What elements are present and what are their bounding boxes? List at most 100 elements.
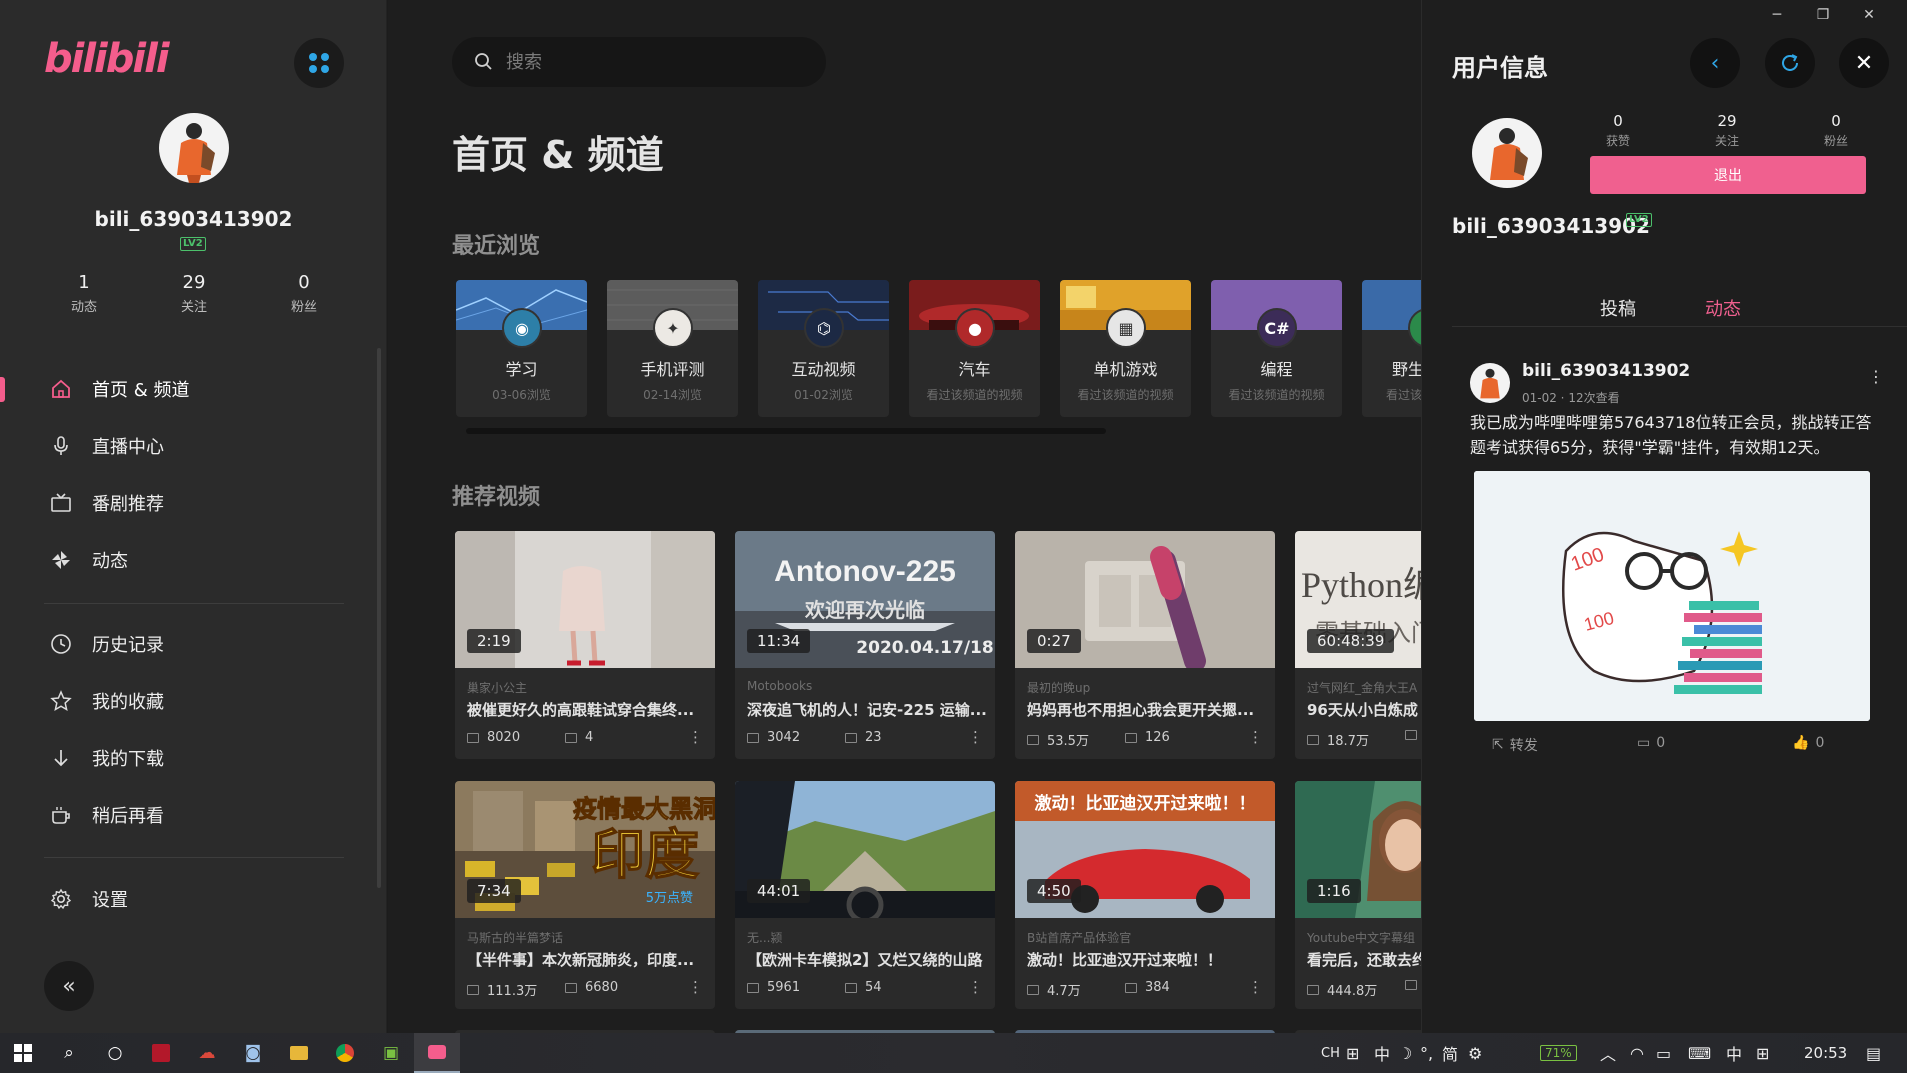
avatar[interactable]	[1470, 363, 1510, 403]
taskbar-app[interactable]: ▣	[368, 1033, 414, 1073]
more-options-icon[interactable]: ⋮	[1868, 367, 1884, 386]
notification-icon[interactable]: ▤	[1866, 1033, 1881, 1073]
ime-simplified[interactable]: 简	[1442, 1033, 1458, 1073]
like-button[interactable]: 👍 0	[1792, 735, 1824, 751]
sidebar-item-favorites[interactable]: 我的收藏	[0, 676, 387, 726]
avatar[interactable]	[159, 113, 229, 183]
cortana-button[interactable]: ○	[92, 1033, 138, 1073]
post-image[interactable]: 100 100	[1474, 471, 1870, 721]
taskbar-app[interactable]	[138, 1033, 184, 1073]
video-uploader[interactable]: Youtube中文字幕组	[1307, 929, 1415, 946]
forward-button[interactable]: ⇱ 转发	[1492, 735, 1538, 755]
search-box[interactable]	[452, 37, 826, 87]
ime-grid-icon[interactable]: ⊞	[1346, 1033, 1359, 1073]
battery-indicator[interactable]: 71%	[1540, 1033, 1577, 1073]
stat-following[interactable]: 29 关注	[154, 272, 234, 315]
refresh-button[interactable]	[1765, 38, 1815, 88]
apps-grid-button[interactable]	[294, 38, 344, 88]
comment-button[interactable]: ▭ 0	[1637, 735, 1665, 751]
more-options-icon[interactable]: ⋮	[688, 978, 703, 996]
more-options-icon[interactable]: ⋮	[968, 728, 983, 746]
stat-likes[interactable]: 0 获赞	[1583, 112, 1653, 149]
chevron-up-icon[interactable]: ︿	[1600, 1033, 1616, 1073]
start-button[interactable]	[0, 1033, 46, 1073]
battery-icon[interactable]: ▭	[1656, 1033, 1671, 1073]
search-input[interactable]	[506, 37, 806, 87]
video-title[interactable]: 96天从小白炼成	[1307, 699, 1421, 720]
punctuation-icon[interactable]: °,	[1420, 1033, 1433, 1073]
channel-card[interactable]: ● 汽车 看过该频道的视频	[909, 280, 1040, 417]
more-options-icon[interactable]: ⋮	[688, 728, 703, 746]
stat-fans[interactable]: 0 粉丝	[1801, 112, 1871, 149]
close-panel-button[interactable]: ✕	[1839, 38, 1889, 88]
ime-mode[interactable]: 中	[1726, 1033, 1742, 1073]
avatar[interactable]	[1472, 118, 1542, 188]
ime-grid-icon[interactable]: ⊞	[1756, 1033, 1769, 1073]
stat-following[interactable]: 29 关注	[1692, 112, 1762, 149]
channels-scrollbar[interactable]	[466, 428, 1106, 434]
channel-card[interactable]: C# 编程 看过该频道的视频	[1211, 280, 1342, 417]
video-uploader[interactable]: 无...颍	[747, 929, 782, 946]
video-card[interactable]: 0:27 最初的晚up 妈妈再也不用担心我会更开关摁... 53.5万 126 …	[1015, 531, 1275, 759]
video-title[interactable]: 妈妈再也不用担心我会更开关摁...	[1027, 699, 1267, 720]
video-title[interactable]: 看完后，还敢去约	[1307, 949, 1421, 970]
window-close-button[interactable]: ✕	[1846, 0, 1892, 30]
back-button[interactable]: ‹	[1690, 38, 1740, 88]
video-card[interactable]: 1:16 Youtube中文字幕组 看完后，还敢去约 444.8万	[1295, 781, 1421, 1009]
stat-dynamics[interactable]: 1 动态	[44, 272, 124, 315]
gear-icon[interactable]: ⚙	[1468, 1033, 1482, 1073]
taskbar-app[interactable]	[322, 1033, 368, 1073]
tab-dynamics[interactable]: 动态	[1705, 295, 1741, 321]
more-options-icon[interactable]: ⋮	[1248, 728, 1263, 746]
sidebar-item-watch-later[interactable]: 稍后再看	[0, 790, 387, 840]
channel-card[interactable]: ❦ 野生技 看过该	[1362, 280, 1421, 417]
logout-button[interactable]: 退出	[1590, 156, 1866, 194]
more-options-icon[interactable]: ⋮	[968, 978, 983, 996]
sidebar-item-dynamic[interactable]: 动态	[0, 535, 387, 585]
video-card[interactable]: 44:01 无...颍 【欧洲卡车模拟2】又烂又绕的山路 5961 54 ⋮	[735, 781, 995, 1009]
video-uploader[interactable]: 马斯古的半篇梦话	[467, 929, 563, 946]
taskbar-app-bilibili[interactable]	[414, 1033, 460, 1073]
restore-button[interactable]: ❐	[1800, 0, 1846, 30]
video-uploader[interactable]: 巢家小公主	[467, 679, 527, 696]
taskbar-app[interactable]	[276, 1033, 322, 1073]
video-title[interactable]: 【半件事】本次新冠肺炎，印度...	[467, 949, 707, 970]
video-card[interactable]: Python编 零基础入门 60:48:39 过气网红_金角大王A 96天从小白…	[1295, 531, 1421, 759]
channel-card[interactable]: ◉ 学习 03-06浏览	[456, 280, 587, 417]
sidebar-item-history[interactable]: 历史记录	[0, 619, 387, 669]
sidebar-item-home[interactable]: 首页 & 频道	[0, 364, 387, 414]
video-uploader[interactable]: Motobooks	[747, 679, 812, 693]
video-title[interactable]: 被催更好久的高跟鞋试穿合集终...	[467, 699, 707, 720]
keyboard-icon[interactable]: ⌨	[1688, 1033, 1711, 1073]
taskbar-app[interactable]: ☁	[184, 1033, 230, 1073]
post-author[interactable]: bili_63903413902	[1522, 361, 1690, 381]
video-title[interactable]: 【欧洲卡车模拟2】又烂又绕的山路	[747, 949, 987, 970]
video-uploader[interactable]: 过气网红_金角大王A	[1307, 679, 1417, 696]
sidebar-scrollbar[interactable]	[377, 348, 381, 888]
video-card[interactable]: 激动！比亚迪汉开过来啦！！ 4:50 B站首席产品体验官 激动！比亚迪汉开过来啦…	[1015, 781, 1275, 1009]
sidebar-item-downloads[interactable]: 我的下载	[0, 733, 387, 783]
search-button[interactable]: ⌕	[46, 1033, 92, 1073]
video-uploader[interactable]: 最初的晚up	[1027, 679, 1090, 696]
video-card[interactable]: 疫情最大黑洞 印度 7:34 5万点赞 马斯古的半篇梦话 【半件事】本次新冠肺炎…	[455, 781, 715, 1009]
video-uploader[interactable]: B站首席产品体验官	[1027, 929, 1131, 946]
sidebar-item-settings[interactable]: 设置	[0, 874, 387, 924]
moon-icon[interactable]: ☽	[1398, 1033, 1412, 1073]
wifi-icon[interactable]: ◠	[1630, 1033, 1644, 1073]
channel-card[interactable]: ⌬ 互动视频 01-02浏览	[758, 280, 889, 417]
video-card[interactable]: 2:19 巢家小公主 被催更好久的高跟鞋试穿合集终... 8020 4 ⋮	[455, 531, 715, 759]
sidebar-item-live[interactable]: 直播中心	[0, 421, 387, 471]
stat-fans[interactable]: 0 粉丝	[264, 272, 344, 315]
taskbar-app[interactable]: ◙	[230, 1033, 276, 1073]
video-title[interactable]: 激动！比亚迪汉开过来啦！！	[1027, 949, 1267, 970]
tab-submissions[interactable]: 投稿	[1600, 295, 1636, 321]
clock[interactable]: 20:53	[1804, 1033, 1847, 1073]
minimize-button[interactable]: ─	[1754, 0, 1800, 30]
video-card[interactable]: Antonov-225 欢迎再次光临 2020.04.17/18 11:34 M…	[735, 531, 995, 759]
sidebar-item-bangumi[interactable]: 番剧推荐	[0, 478, 387, 528]
more-options-icon[interactable]: ⋮	[1248, 978, 1263, 996]
channel-card[interactable]: ▦ 单机游戏 看过该频道的视频	[1060, 280, 1191, 417]
input-language[interactable]: CH	[1321, 1033, 1340, 1073]
channel-card[interactable]: ✦ 手机评测 02-14浏览	[607, 280, 738, 417]
app-logo[interactable]: bilibili	[44, 36, 170, 82]
